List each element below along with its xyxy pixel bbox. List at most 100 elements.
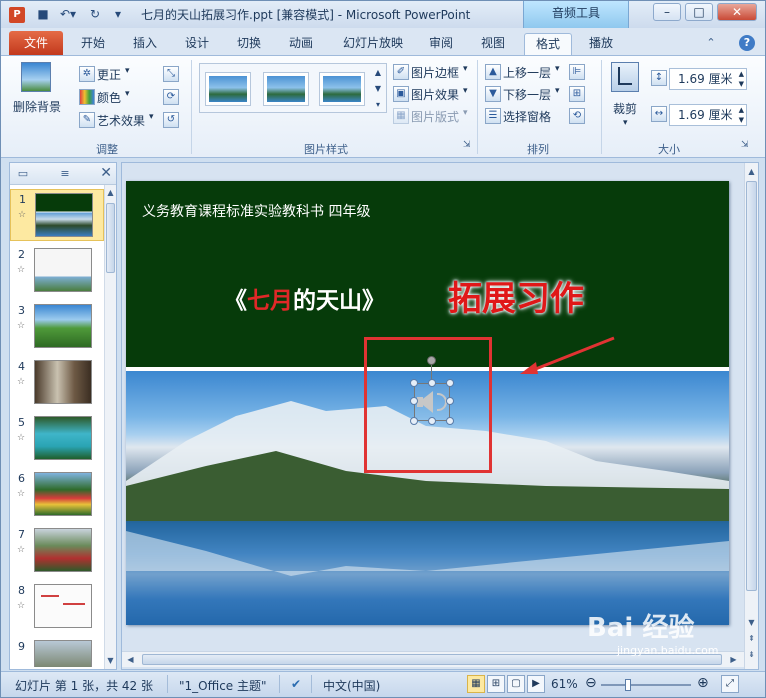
gallery-up-icon[interactable]: ▲ — [371, 66, 385, 80]
slide-sorter-icon[interactable]: ⊞ — [487, 675, 505, 693]
slide-thumbnail[interactable]: 8 ☆ — [10, 581, 104, 633]
audio-speaker-icon[interactable] — [414, 383, 450, 421]
scroll-left-icon[interactable]: ◀ — [125, 654, 136, 665]
language-status[interactable]: 中文(中国) — [323, 677, 380, 694]
zoom-in-icon[interactable]: ⊕ — [697, 675, 709, 691]
slide-title[interactable]: 《七月的天山》 — [224, 281, 385, 315]
picture-effects-dropdown-icon[interactable]: ▾ — [463, 86, 468, 96]
height-spinner-icon[interactable]: ▲ ▼ — [739, 69, 744, 89]
scroll-thumb[interactable] — [106, 203, 115, 273]
zoom-out-icon[interactable]: ⊖ — [585, 675, 597, 691]
picture-layout-dropdown-icon[interactable]: ▾ — [463, 108, 468, 118]
size-launcher-icon[interactable]: ⇲ — [741, 140, 749, 150]
slides-panel-scrollbar[interactable]: ▲ ▼ — [104, 185, 116, 669]
crop-dropdown-icon[interactable]: ▾ — [623, 118, 628, 128]
customize-qat-icon[interactable]: ▾ — [111, 6, 125, 23]
crop-icon[interactable] — [611, 62, 639, 92]
resize-handle-icon[interactable] — [410, 417, 418, 425]
slide-thumbnail[interactable]: 6 ☆ — [10, 469, 104, 521]
picture-border-dropdown-icon[interactable]: ▾ — [463, 64, 468, 74]
shape-height-input[interactable]: 1.69 厘米 ▲ ▼ — [669, 68, 747, 90]
close-panel-icon[interactable]: ✕ — [100, 165, 112, 181]
close-button[interactable]: ✕ — [717, 3, 757, 21]
undo-icon[interactable]: ↶▾ — [57, 6, 79, 23]
corrections-button[interactable]: 更正 — [97, 66, 121, 83]
tab-transitions[interactable]: 切换 — [229, 33, 269, 55]
color-dropdown-icon[interactable]: ▾ — [125, 89, 130, 99]
rotate-handle-icon[interactable] — [427, 356, 436, 365]
slide-thumbnail[interactable]: 7 ☆ — [10, 525, 104, 577]
resize-handle-icon[interactable] — [446, 417, 454, 425]
group-icon[interactable]: ⊞ — [569, 86, 585, 102]
send-backward-button[interactable]: 下移一层 — [503, 86, 551, 103]
redo-icon[interactable]: ↻ — [87, 6, 103, 23]
slide-header-text[interactable]: 义务教育课程标准实验教科书 四年级 — [142, 201, 370, 221]
tab-review[interactable]: 审阅 — [421, 33, 461, 55]
scroll-down-icon[interactable]: ▼ — [105, 655, 116, 666]
help-icon[interactable]: ? — [739, 35, 755, 51]
resize-handle-icon[interactable] — [446, 397, 454, 405]
tab-animations[interactable]: 动画 — [281, 33, 321, 55]
slide-thumbnail[interactable]: 1 ☆ — [10, 189, 104, 241]
slide-thumbnail[interactable]: 9 — [10, 637, 104, 667]
picture-style-3[interactable] — [319, 72, 365, 106]
slide-thumbnail[interactable]: 2 ☆ — [10, 245, 104, 297]
powerpoint-app-icon[interactable]: P — [9, 7, 25, 23]
slide-thumbnail[interactable]: 5 ☆ — [10, 413, 104, 465]
previous-slide-icon[interactable]: ⇞ — [746, 633, 757, 644]
next-slide-icon[interactable]: ⇟ — [746, 649, 757, 660]
tab-format[interactable]: 格式 — [524, 33, 572, 55]
shape-width-input[interactable]: 1.69 厘米 ▲ ▼ — [669, 104, 747, 126]
scroll-up-icon[interactable]: ▲ — [105, 187, 116, 198]
artistic-dropdown-icon[interactable]: ▾ — [149, 112, 154, 122]
outline-tab-icon[interactable]: ≡ — [56, 166, 74, 182]
slide-title-right[interactable]: 拓展习作 — [448, 271, 584, 320]
zoom-slider-knob[interactable] — [625, 679, 632, 691]
collapse-ribbon-icon[interactable]: ⌃ — [703, 35, 719, 51]
tab-insert[interactable]: 插入 — [125, 33, 165, 55]
resize-handle-icon[interactable] — [428, 379, 436, 387]
send-backward-dropdown-icon[interactable]: ▾ — [555, 86, 560, 96]
slide-canvas[interactable]: 义务教育课程标准实验教科书 四年级 《七月的天山》 拓展习作 — [126, 181, 729, 625]
scroll-down-icon[interactable]: ▼ — [746, 617, 757, 628]
tab-view[interactable]: 视图 — [473, 33, 513, 55]
fit-slide-icon[interactable]: ⤢ — [721, 675, 739, 693]
resize-handle-icon[interactable] — [446, 379, 454, 387]
tab-design[interactable]: 设计 — [177, 33, 217, 55]
resize-handle-icon[interactable] — [410, 397, 418, 405]
remove-background-button[interactable]: 删除背景 — [13, 98, 61, 115]
rotate-icon[interactable]: ⟲ — [569, 108, 585, 124]
crop-button[interactable]: 裁剪 — [613, 100, 637, 117]
spell-check-icon[interactable]: ✔ — [291, 677, 301, 691]
save-icon[interactable]: ■ — [35, 6, 51, 23]
picture-styles-launcher-icon[interactable]: ⇲ — [463, 140, 471, 150]
slideshow-view-icon[interactable]: ▶ — [527, 675, 545, 693]
change-picture-icon[interactable]: ⟳ — [163, 89, 179, 105]
align-icon[interactable]: ⊫ — [569, 64, 585, 80]
scroll-up-icon[interactable]: ▲ — [746, 166, 757, 177]
maximize-button[interactable]: □ — [685, 3, 713, 21]
tab-playback[interactable]: 播放 — [579, 33, 623, 55]
slide-vertical-scrollbar[interactable]: ▲ ▼ ⇞ ⇟ — [744, 163, 758, 669]
artistic-effects-button[interactable]: 艺术效果 — [97, 112, 145, 129]
zoom-percentage[interactable]: 61% — [551, 677, 578, 691]
compress-pictures-icon[interactable]: ⤡ — [163, 66, 179, 82]
tab-file[interactable]: 文件 — [9, 31, 63, 55]
normal-view-icon[interactable]: ▦ — [467, 675, 485, 693]
tab-home[interactable]: 开始 — [73, 33, 113, 55]
gallery-more-icon[interactable]: ▾ — [371, 98, 385, 112]
reset-picture-icon[interactable]: ↺ — [163, 112, 179, 128]
resize-handle-icon[interactable] — [410, 379, 418, 387]
corrections-dropdown-icon[interactable]: ▾ — [125, 66, 130, 76]
picture-effects-button[interactable]: 图片效果 — [411, 86, 459, 103]
reading-view-icon[interactable]: ▢ — [507, 675, 525, 693]
picture-layout-button[interactable]: 图片版式 — [411, 108, 459, 125]
gallery-down-icon[interactable]: ▼ — [371, 82, 385, 96]
color-button[interactable]: 颜色 — [97, 89, 121, 106]
selection-pane-button[interactable]: 选择窗格 — [503, 108, 551, 125]
scroll-thumb[interactable] — [746, 181, 757, 591]
theme-name-status[interactable]: "1_Office 主题" — [179, 677, 267, 694]
picture-style-2[interactable] — [263, 72, 309, 106]
slide-thumbnail[interactable]: 3 ☆ — [10, 301, 104, 353]
bring-forward-button[interactable]: 上移一层 — [503, 64, 551, 81]
